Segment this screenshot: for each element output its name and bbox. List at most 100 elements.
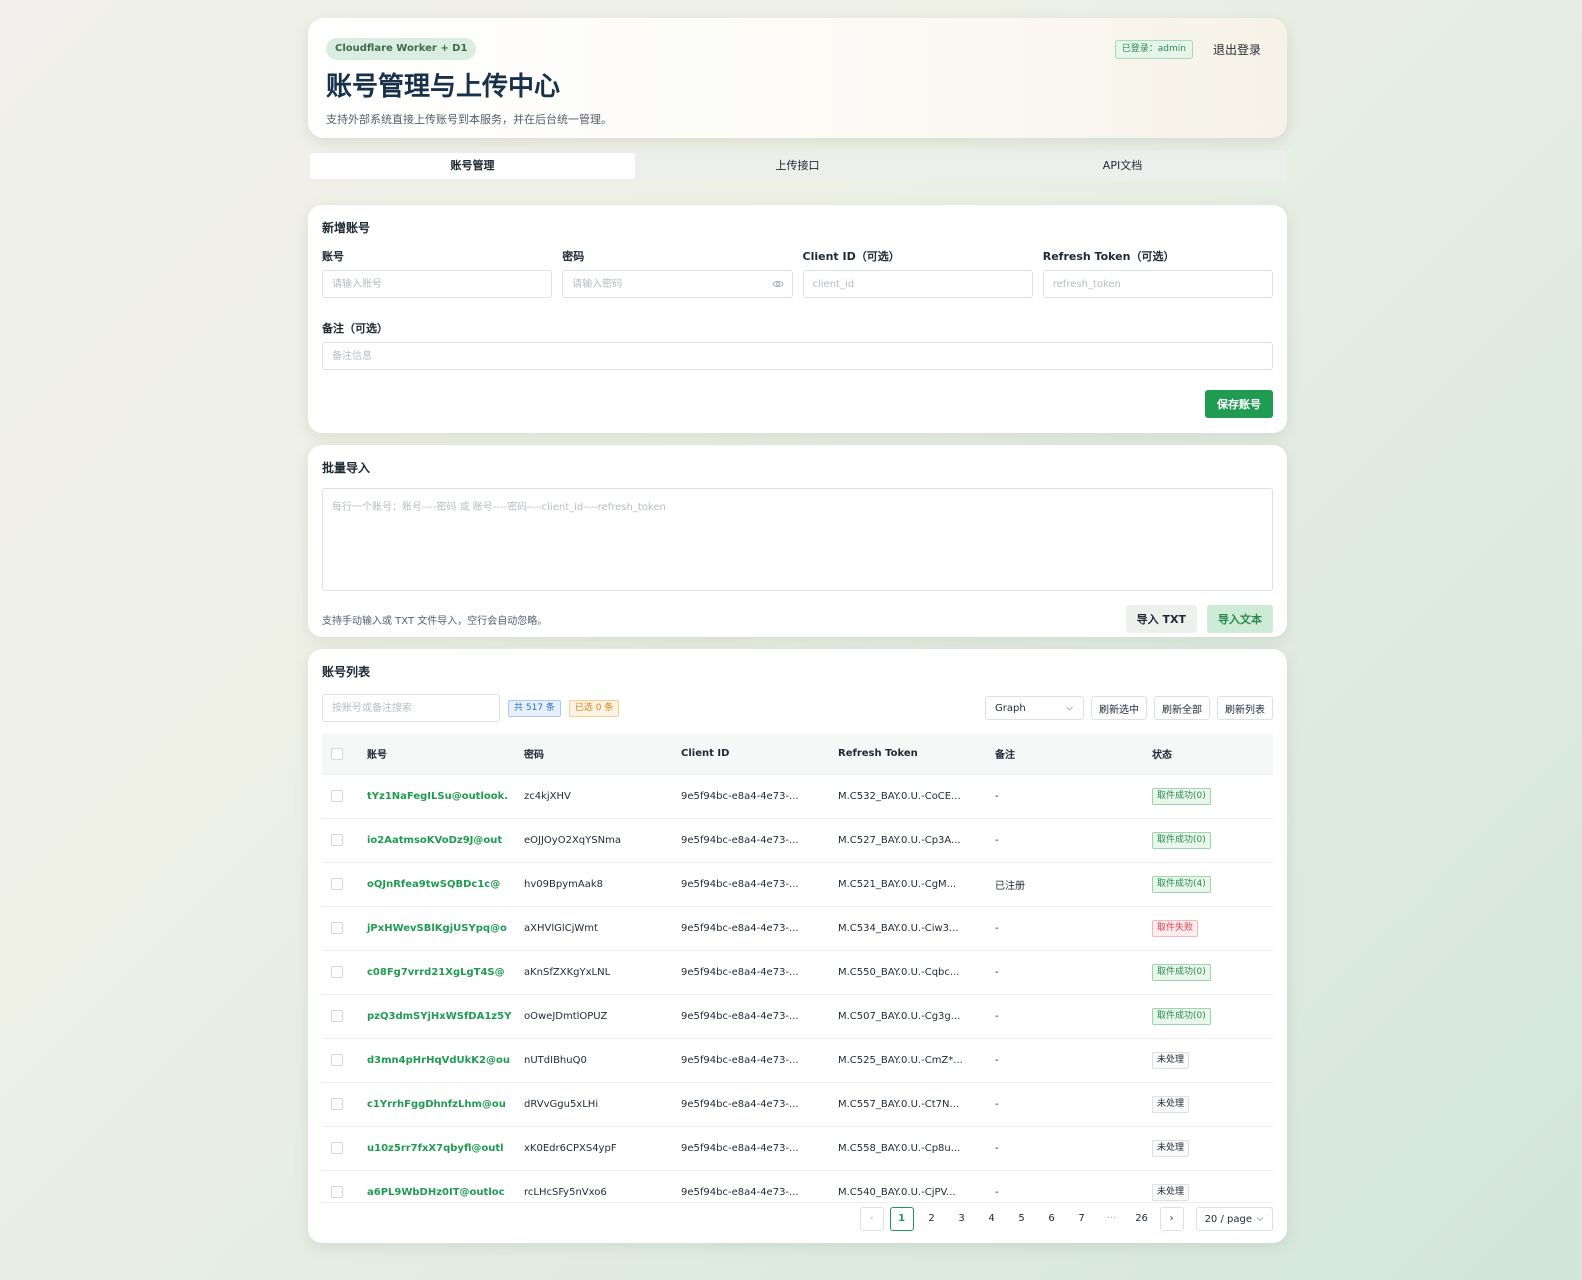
- password-input[interactable]: [562, 270, 793, 298]
- cell-client-id: 9e5f94bc-e8a4-4e73-...: [672, 1081, 829, 1126]
- cell-account[interactable]: u10z5rr7fxX7qbyfl@outl: [358, 1125, 515, 1170]
- row-checkbox[interactable]: [331, 1142, 343, 1154]
- row-checkbox-cell: [322, 993, 358, 1038]
- row-checkbox[interactable]: [331, 834, 343, 846]
- chevron-down-icon: [1256, 1217, 1264, 1222]
- page-6[interactable]: 6: [1040, 1207, 1064, 1231]
- page-size-select[interactable]: 20 / page: [1195, 1207, 1273, 1231]
- refresh-token-input[interactable]: [1042, 270, 1273, 298]
- status-badge: 取件成功(0): [1152, 1007, 1211, 1025]
- col-account[interactable]: 账号: [358, 734, 515, 774]
- row-checkbox[interactable]: [331, 1098, 343, 1110]
- accounts-table-wrap: 账号 密码 Client ID Refresh Token 备注 状态 tYz1…: [322, 734, 1273, 1203]
- refresh-list-button[interactable]: 刷新列表: [1217, 696, 1273, 720]
- save-account-button[interactable]: 保存账号: [1205, 390, 1273, 418]
- new-account-fields: 账号 密码 Client ID（可选） Refresh Token（可选）: [322, 248, 1273, 298]
- col-client-id[interactable]: Client ID: [672, 734, 829, 774]
- cell-note: -: [986, 1169, 1143, 1202]
- refresh-token-label: Refresh Token（可选）: [1042, 250, 1175, 263]
- table-row[interactable]: jPxHWevSBlKgjUSYpq@o aXHVlGlCjWmt 9e5f94bc…: [322, 905, 1273, 950]
- cell-account[interactable]: tYz1NaFegILSu@outlook.: [358, 773, 515, 818]
- account-input[interactable]: [322, 270, 553, 298]
- tab-account-management[interactable]: 账号管理: [310, 153, 635, 179]
- cell-account[interactable]: c1YrrhFggDhnfzLhm@ou: [358, 1081, 515, 1126]
- note-input[interactable]: [322, 342, 1273, 370]
- refresh-all-button[interactable]: 刷新全部: [1154, 696, 1210, 720]
- cell-password: rcLHcSFy5nVxo6: [515, 1169, 672, 1202]
- cell-account[interactable]: c08Fg7vrrd21XgLgT4S@: [358, 949, 515, 994]
- table-row[interactable]: d3mn4pHrHqVdUkK2@ou nUTdIBhuQ0 9e5f94bc-e8…: [322, 1037, 1273, 1082]
- page-ellipsis[interactable]: ···: [1100, 1207, 1124, 1231]
- row-checkbox[interactable]: [331, 878, 343, 890]
- table-row[interactable]: c1YrrhFggDhnfzLhm@ou dRVvGgu5xLHi 9e5f94bc…: [322, 1081, 1273, 1126]
- row-checkbox[interactable]: [331, 790, 343, 802]
- bulk-import-textarea[interactable]: [322, 488, 1273, 591]
- account-list-card: 账号列表 共 517 条 已选 0 条 Graph 刷新选中 刷新全部 刷新列表: [308, 649, 1287, 1243]
- mode-select-value: Graph: [995, 702, 1026, 714]
- cell-client-id: 9e5f94bc-e8a4-4e73-...: [672, 993, 829, 1038]
- col-status[interactable]: 状态: [1143, 734, 1273, 774]
- mode-select[interactable]: Graph: [985, 696, 1084, 720]
- table-row[interactable]: oQJnRfea9twSQBDc1c@ hv09BpymAak8 9e5f94bc-…: [322, 861, 1273, 906]
- cell-account[interactable]: io2AatmsoKVoDz9J@out: [358, 817, 515, 862]
- table-row[interactable]: a6PL9WbDHz0IT@outloc rcLHcSFy5nVxo6 9e5f94…: [322, 1169, 1273, 1202]
- cell-password: oOweJDmtlOPUZ: [515, 993, 672, 1038]
- page-4[interactable]: 4: [980, 1207, 1004, 1231]
- tab-api-docs[interactable]: API文档: [960, 153, 1285, 179]
- cell-refresh-token: M.C527_BAY.0.U.-Cp3A...: [829, 817, 986, 862]
- row-checkbox[interactable]: [331, 1186, 343, 1199]
- row-checkbox[interactable]: [331, 1010, 343, 1022]
- page-26[interactable]: 26: [1130, 1207, 1154, 1231]
- row-checkbox-cell: [322, 905, 358, 950]
- page-3[interactable]: 3: [950, 1207, 974, 1231]
- cell-account[interactable]: oQJnRfea9twSQBDc1c@: [358, 861, 515, 906]
- import-text-button[interactable]: 导入文本: [1207, 605, 1273, 633]
- client-id-input[interactable]: [802, 270, 1033, 298]
- bulk-import-title: 批量导入: [322, 461, 371, 475]
- cell-account[interactable]: d3mn4pHrHqVdUkK2@ou: [358, 1037, 515, 1082]
- cell-client-id: 9e5f94bc-e8a4-4e73-...: [672, 861, 829, 906]
- table-row[interactable]: u10z5rr7fxX7qbyfl@outl xK0Edr6CPXS4ypF 9e5…: [322, 1125, 1273, 1170]
- page-1[interactable]: 1: [889, 1207, 914, 1231]
- col-note[interactable]: 备注: [986, 734, 1143, 774]
- page-2[interactable]: 2: [920, 1207, 944, 1231]
- table-row[interactable]: c08Fg7vrrd21XgLgT4S@ aKnSfZXKgYxLNL 9e5f94…: [322, 949, 1273, 994]
- cell-password: nUTdIBhuQ0: [515, 1037, 672, 1082]
- page-5[interactable]: 5: [1010, 1207, 1034, 1231]
- page-7[interactable]: 7: [1070, 1207, 1094, 1231]
- tab-upload-api[interactable]: 上传接口: [635, 153, 960, 179]
- cell-client-id: 9e5f94bc-e8a4-4e73-...: [672, 1037, 829, 1082]
- cell-account[interactable]: a6PL9WbDHz0IT@outloc: [358, 1169, 515, 1202]
- cell-refresh-token: M.C525_BAY.0.U.-CmZ*...: [829, 1037, 986, 1082]
- eye-icon[interactable]: [771, 278, 784, 290]
- col-password[interactable]: 密码: [515, 734, 672, 774]
- search-input[interactable]: [322, 694, 500, 722]
- refresh-selected-button[interactable]: 刷新选中: [1091, 696, 1147, 720]
- row-checkbox[interactable]: [331, 966, 343, 978]
- row-checkbox[interactable]: [331, 922, 343, 934]
- save-row: 保存账号: [322, 390, 1273, 418]
- row-checkbox[interactable]: [331, 1054, 343, 1066]
- logout-button[interactable]: 退出登录: [1213, 41, 1261, 58]
- password-input-wrap: [562, 270, 793, 298]
- account-list-title: 账号列表: [322, 665, 371, 679]
- prev-page-button[interactable]: ‹: [859, 1207, 884, 1231]
- row-checkbox-cell: [322, 949, 358, 994]
- cell-refresh-token: M.C558_BAY.0.U.-Cp8u...: [829, 1125, 986, 1170]
- select-all-checkbox[interactable]: [331, 747, 343, 760]
- col-refresh-token[interactable]: Refresh Token: [829, 734, 986, 774]
- table-row[interactable]: pzQ3dmSYjHxWSfDA1z5Y oOweJDmtlOPUZ 9e5f94b…: [322, 993, 1273, 1038]
- selected-count-badge: 已选 0 条: [568, 699, 620, 717]
- import-txt-button[interactable]: 导入 TXT: [1125, 605, 1197, 633]
- table-row[interactable]: io2AatmsoKVoDz9J@out eOJJOyO2XqYSNma 9e5f9…: [322, 817, 1273, 862]
- total-count-badge: 共 517 条: [508, 699, 561, 717]
- cell-status: 未处理: [1143, 1169, 1273, 1202]
- cell-refresh-token: M.C540_BAY.0.U.-CjPV...: [829, 1169, 986, 1202]
- row-checkbox-cell: [322, 1037, 358, 1082]
- next-page-button[interactable]: ›: [1159, 1207, 1184, 1231]
- table-row[interactable]: tYz1NaFegILSu@outlook. zc4kjXHV 9e5f94bc-e…: [322, 773, 1273, 818]
- bulk-import-card: 批量导入 支持手动输入或 TXT 文件导入，空行会自动忽略。 导入 TXT 导入…: [308, 445, 1287, 637]
- cell-account[interactable]: jPxHWevSBlKgjUSYpq@o: [358, 905, 515, 950]
- cell-account[interactable]: pzQ3dmSYjHxWSfDA1z5Y: [358, 993, 515, 1038]
- select-all-cell: [322, 734, 358, 774]
